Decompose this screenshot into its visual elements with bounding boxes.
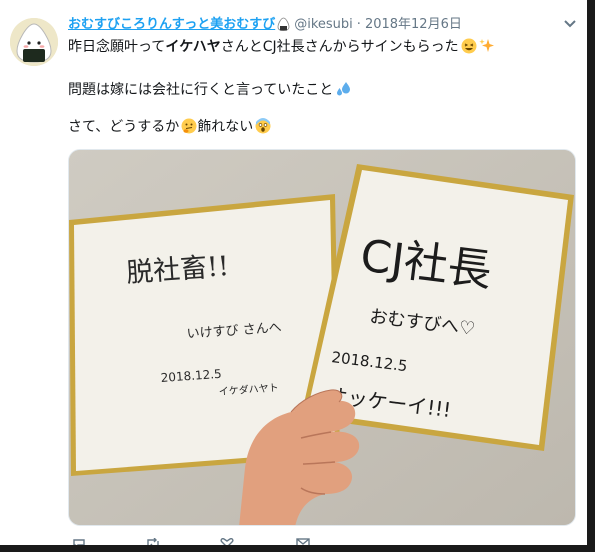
display-name[interactable]: おむすびころりんすっと美おむすび	[68, 17, 275, 32]
onigiri-emoji	[277, 17, 290, 31]
chevron-down-icon[interactable]	[563, 19, 577, 29]
tweet-text-line-1: 昨日念願叶ってイケハヤさんとCJ社長さんからサインもらった	[68, 38, 495, 56]
avatar[interactable]	[10, 18, 58, 66]
retweet-icon[interactable]	[146, 538, 160, 545]
separator-dot: ·	[356, 17, 361, 32]
tweet-photo[interactable]: 脱社畜!! いけすび さんへ 2018.12.5 イケダハヤト CJ社長 おむす…	[68, 149, 576, 526]
tweet-text-line-3: さて、どうするか 飾れない	[68, 118, 271, 136]
tweet-card: おむすびころりんすっと美おむすび @ikesubi · 2018年12月6日 昨日念願…	[0, 0, 587, 545]
sparkles-emoji	[478, 39, 494, 52]
text-segment: さて、どうするか	[68, 119, 180, 135]
text-segment: さんとCJ社長さんからサインもらった	[220, 39, 459, 55]
text-segment: 飾れない	[197, 119, 254, 135]
tweet-header: おむすびころりんすっと美おむすび @ikesubi · 2018年12月6日	[68, 13, 462, 32]
text-segment: 昨日念願叶って	[68, 39, 166, 55]
tweet-text-line-2: 問題は嫁には会社に行くと言っていたこと	[68, 81, 351, 99]
onigiri-avatar-icon	[10, 18, 58, 66]
sweat-droplets-emoji	[337, 82, 351, 96]
like-icon[interactable]	[220, 538, 234, 545]
laughing-emoji	[461, 38, 477, 54]
text-segment: 問題は嫁には会社に行くと言っていたこと	[68, 82, 334, 98]
shikishi-photo-svg: 脱社畜!! いけすび さんへ 2018.12.5 イケダハヤト CJ社長 おむす…	[69, 150, 575, 525]
tweet-date[interactable]: 2018年12月6日	[365, 17, 462, 32]
thinking-emoji	[181, 118, 197, 134]
message-icon[interactable]	[296, 538, 310, 545]
handle[interactable]: @ikesubi	[294, 17, 353, 32]
text-bold-segment: イケハヤ	[165, 39, 221, 55]
reply-icon[interactable]	[72, 538, 86, 545]
scream-emoji	[255, 118, 271, 134]
